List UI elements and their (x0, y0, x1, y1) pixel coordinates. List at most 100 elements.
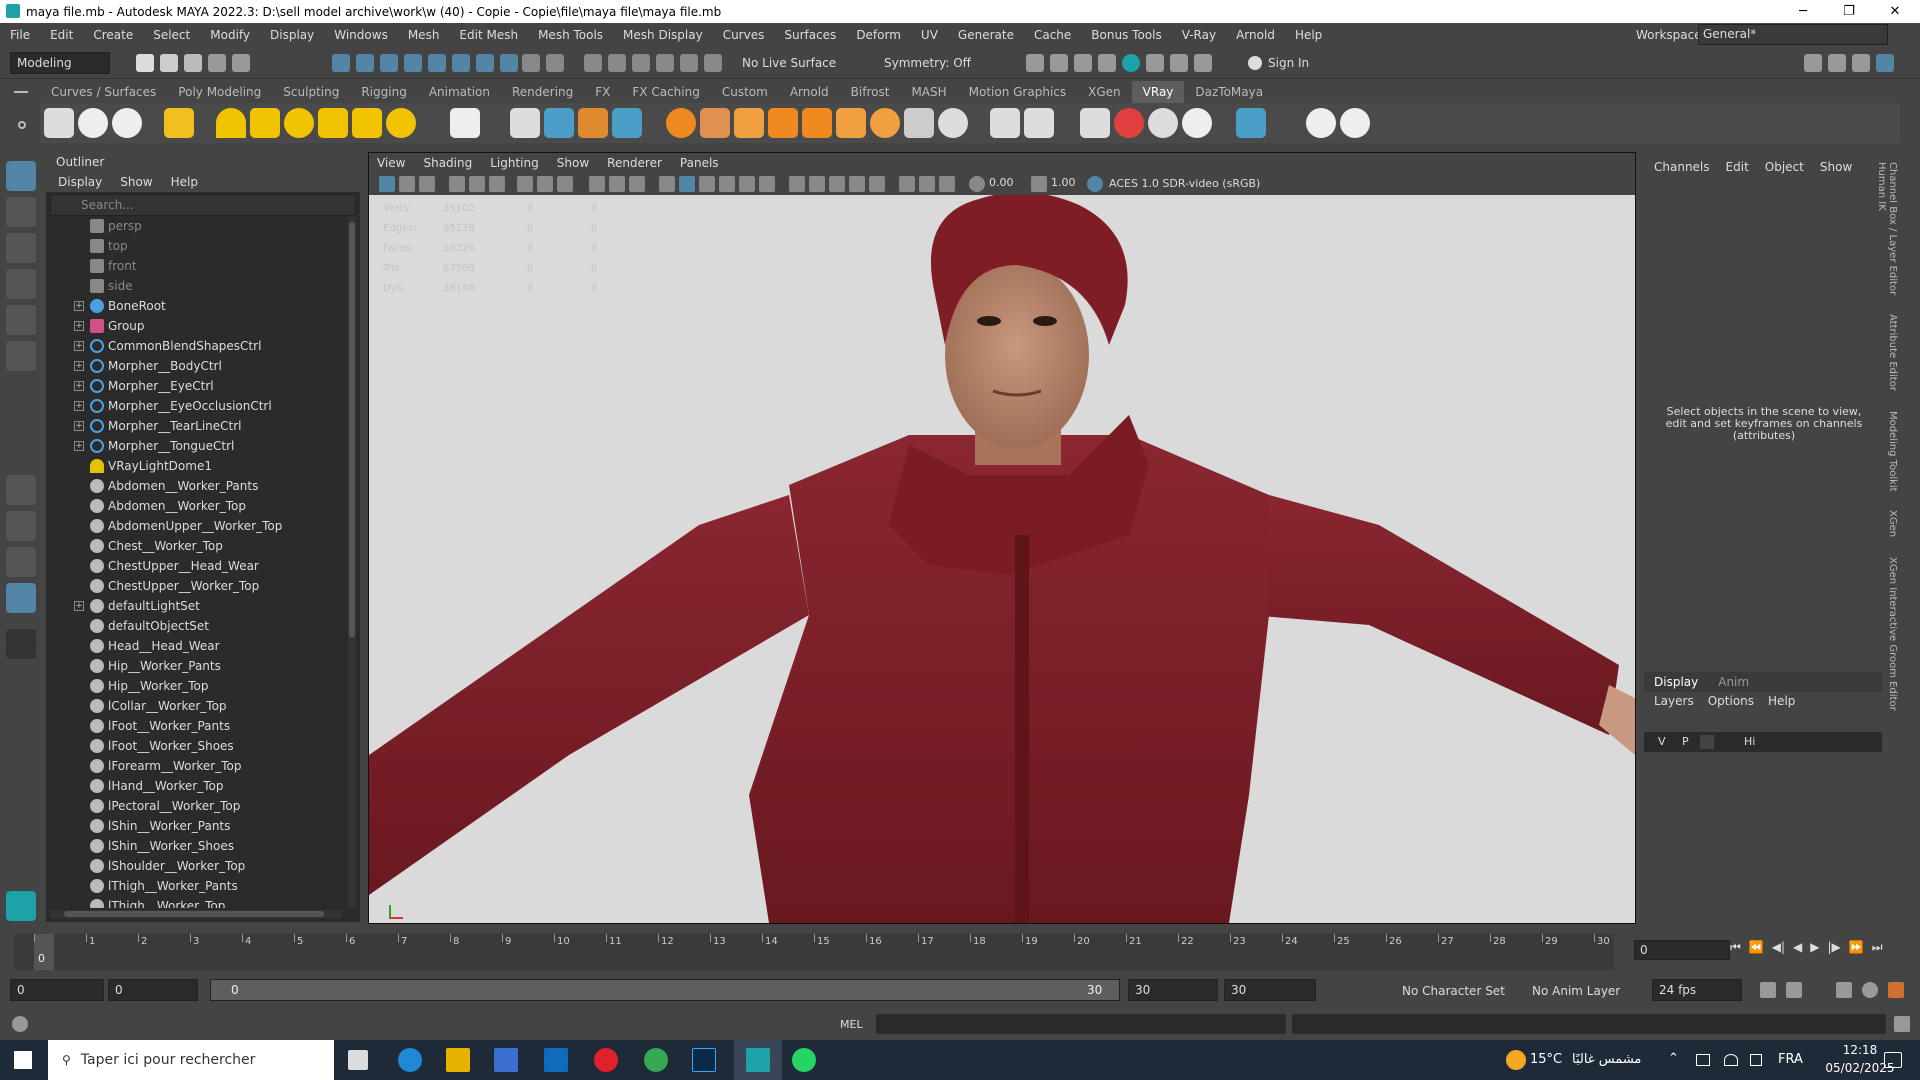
menu-uv[interactable]: UV (911, 28, 948, 42)
loop-icon[interactable] (1760, 982, 1776, 998)
outliner-item[interactable]: Head__Head_Wear (50, 636, 342, 656)
render-sequence-icon[interactable] (1050, 54, 1068, 72)
image-plane-icon[interactable] (449, 176, 465, 192)
side-tab-modeling-toolkit[interactable]: Modeling Toolkit (1887, 411, 1898, 492)
safe-action-icon[interactable] (589, 176, 605, 192)
outliner-item[interactable]: lShin__Worker_Pants (50, 816, 342, 836)
weather-temp[interactable]: 15°C (1530, 1052, 1562, 1067)
gate-mask-icon[interactable] (537, 176, 553, 192)
vray-sphere-light-icon[interactable] (250, 108, 280, 138)
expand-icon[interactable]: + (74, 441, 84, 451)
vray-info-icon[interactable] (1306, 108, 1336, 138)
vray-scene-icon[interactable] (578, 108, 608, 138)
notification-icon[interactable] (1884, 1052, 1902, 1068)
vray-proxy-icon[interactable] (510, 108, 540, 138)
live-surface-label[interactable]: No Live Surface (742, 56, 836, 70)
scene-start-field[interactable]: 0 (10, 979, 104, 1001)
playback-start-field[interactable]: 0 (108, 979, 198, 1001)
outliner-item[interactable]: + defaultLightSet (50, 596, 342, 616)
symmetry-label[interactable]: Symmetry: Off (884, 56, 971, 70)
isolate-select-icon[interactable] (899, 176, 915, 192)
open-scene-icon[interactable] (160, 54, 178, 72)
vray-cryptomatte-icon[interactable] (904, 108, 934, 138)
outliner-item[interactable]: lThigh__Worker_Top (50, 896, 342, 908)
vray-vision-icon[interactable] (1182, 108, 1212, 138)
outliner-item[interactable]: AbdomenUpper__Worker_Top (50, 516, 342, 536)
opera-icon[interactable] (594, 1048, 618, 1072)
outliner-item[interactable]: Abdomen__Worker_Top (50, 496, 342, 516)
options-menu[interactable]: Options (1708, 694, 1754, 708)
outliner-item[interactable]: ChestUpper__Worker_Top (50, 576, 342, 596)
hypershade-icon[interactable] (1122, 54, 1140, 72)
undo-icon[interactable] (208, 54, 226, 72)
vray-ipr-icon[interactable] (78, 108, 108, 138)
depth-of-field-icon[interactable] (869, 176, 885, 192)
scene-end-field[interactable]: 30 (1224, 979, 1316, 1001)
menu-windows[interactable]: Windows (324, 28, 398, 42)
field-chart-icon[interactable] (557, 176, 573, 192)
vray-cosmos-icon[interactable] (1236, 108, 1266, 138)
persp-outliner-icon[interactable] (6, 547, 36, 577)
outliner-item[interactable]: + Morpher__BodyCtrl (50, 356, 342, 376)
wireframe-on-shaded-icon[interactable] (719, 176, 735, 192)
vray-omni-light-icon[interactable] (284, 108, 314, 138)
shelf-tab-rigging[interactable]: Rigging (350, 81, 417, 103)
sound-icon[interactable] (1836, 982, 1852, 998)
clock-time[interactable]: 12:18 (1830, 1043, 1890, 1057)
menu-bonus-tools[interactable]: Bonus Tools (1081, 28, 1171, 42)
gamma-value[interactable]: 1.00 (1051, 176, 1076, 189)
network-icon[interactable] (1696, 1054, 1710, 1066)
current-frame-field[interactable]: 0 (1634, 940, 1730, 960)
layer-tab-display[interactable]: Display (1654, 675, 1698, 689)
outliner-item[interactable]: + Morpher__EyeCtrl (50, 376, 342, 396)
vray-mesh-light-icon[interactable] (318, 108, 348, 138)
menu-select[interactable]: Select (143, 28, 200, 42)
wifi-icon[interactable] (1724, 1054, 1738, 1066)
outliner-item[interactable]: + CommonBlendShapesCtrl (50, 336, 342, 356)
outliner-item[interactable]: lShin__Worker_Shoes (50, 836, 342, 856)
xray-icon[interactable] (919, 176, 935, 192)
viewport-menu-panels[interactable]: Panels (680, 156, 719, 170)
command-input[interactable] (876, 1014, 1286, 1034)
single-perspective-icon[interactable] (6, 475, 36, 505)
render-view-icon[interactable] (1146, 54, 1164, 72)
workspace-dropdown[interactable]: General* (1698, 24, 1888, 45)
safe-title-icon[interactable] (609, 176, 625, 192)
rotate-tool-icon[interactable] (6, 305, 36, 335)
select-multi-icon[interactable] (500, 54, 518, 72)
outliner-item[interactable]: ChestUpper__Head_Wear (50, 556, 342, 576)
vray-settings-icon[interactable] (938, 108, 968, 138)
weather-icon[interactable] (1506, 1050, 1526, 1070)
outliner-scrollbar[interactable] (348, 216, 356, 908)
viewport-menu-shading[interactable]: Shading (423, 156, 472, 170)
outliner-item[interactable]: VRayLightDome1 (50, 456, 342, 476)
camera-pan-icon[interactable] (629, 176, 645, 192)
menu-create[interactable]: Create (83, 28, 143, 42)
outliner-item[interactable]: lThigh__Worker_Pants (50, 876, 342, 896)
exposure-value[interactable]: 0.00 (989, 176, 1014, 189)
wireframe-icon[interactable] (659, 176, 675, 192)
auto-key-icon[interactable] (1888, 982, 1904, 998)
outliner-item[interactable]: front (50, 256, 342, 276)
vray-sun-light-icon[interactable] (386, 108, 416, 138)
vray-multi-icon[interactable] (1148, 108, 1178, 138)
color-management-icon[interactable] (1087, 176, 1103, 192)
paint-select-icon[interactable] (6, 233, 36, 263)
side-tab-channel-box[interactable]: Channel Box / Layer Editor (1887, 162, 1898, 295)
vray-lister-icon[interactable] (1080, 108, 1110, 138)
outliner-search-input[interactable]: Search... (50, 194, 356, 216)
go-to-start-icon[interactable]: ⏮ (1730, 940, 1741, 955)
xray-joints-icon[interactable] (939, 176, 955, 192)
vray-fog-icon[interactable] (870, 108, 900, 138)
expand-icon[interactable]: + (74, 301, 84, 311)
outliner-item[interactable]: + Morpher__TongueCtrl (50, 436, 342, 456)
expand-icon[interactable]: + (74, 341, 84, 351)
scale-tool-icon[interactable] (6, 341, 36, 371)
color-space-dropdown[interactable]: ACES 1.0 SDR-video (sRGB) (1109, 177, 1260, 190)
camera-attributes-icon[interactable] (399, 176, 415, 192)
outliner-item[interactable]: lShoulder__Worker_Top (50, 856, 342, 876)
smooth-shade-icon[interactable] (679, 176, 695, 192)
attribute-editor-icon[interactable] (1828, 54, 1846, 72)
viewport-menu-lighting[interactable]: Lighting (490, 156, 539, 170)
layer-tab-anim[interactable]: Anim (1718, 675, 1749, 689)
